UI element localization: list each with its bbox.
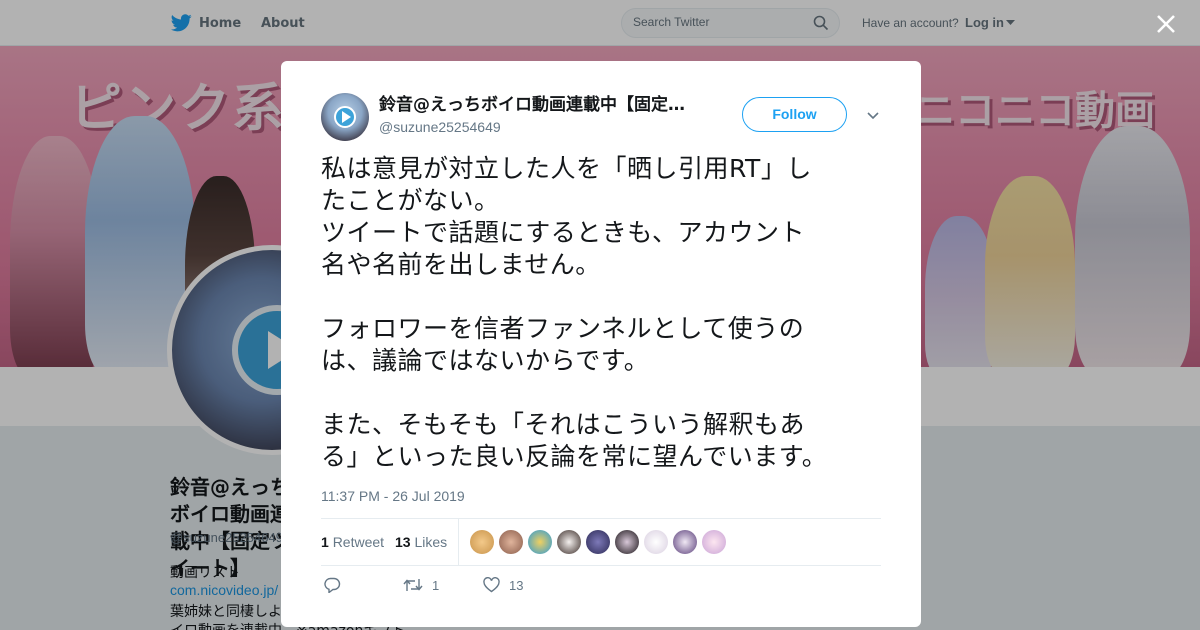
tweet-text-line: 名や名前を出しません。 — [321, 250, 601, 279]
liker-avatar[interactable] — [528, 530, 552, 554]
tweet-text-line: は、議論ではないからです。 — [321, 346, 650, 375]
reply-action[interactable] — [324, 577, 341, 593]
liker-avatar[interactable] — [586, 530, 610, 554]
tweet-text-line: る」といった良い反論を常に望んでいます。 — [321, 442, 828, 471]
tweet-text-line: 私は意見が対立した人を「晒し引用RT」し — [321, 154, 812, 183]
liker-avatar[interactable] — [615, 530, 639, 554]
liker-avatar[interactable] — [673, 530, 697, 554]
tweet-stats: 1 Retweet 13 Likes — [321, 518, 881, 566]
chevron-down-icon[interactable] — [865, 107, 881, 123]
tweet-text-line: ツイートで話題にするときも、アカウント — [321, 218, 806, 247]
like-label: Likes — [414, 534, 448, 550]
like-action-count: 13 — [509, 577, 524, 593]
retweet-icon — [403, 579, 423, 591]
retweet-stat[interactable]: 1 Retweet — [321, 534, 384, 550]
liker-avatar[interactable] — [702, 530, 726, 554]
tweet-text-line: また、そもそも「それはこういう解釈もあ — [321, 410, 806, 439]
like-action[interactable]: 13 — [483, 577, 523, 593]
tweet-text-line — [321, 377, 881, 409]
tweet-text-line: たことがない。 — [321, 186, 500, 215]
close-icon[interactable] — [1152, 10, 1180, 38]
tweet-text: 私は意見が対立した人を「晒し引用RT」し たことがない。 ツイートで話題にすると… — [321, 153, 881, 473]
heart-icon — [483, 577, 500, 593]
retweet-label: Retweet — [332, 534, 385, 550]
liker-avatars — [470, 530, 726, 554]
like-count: 13 — [395, 534, 411, 550]
tweet-text-line — [321, 281, 881, 313]
tweet-modal: 鈴音@えっちボイロ動画連載中【固定ツイート】 @suzune25254649 F… — [281, 61, 921, 627]
tweet-timestamp[interactable]: 11:37 PM - 26 Jul 2019 — [321, 488, 465, 504]
liker-avatar[interactable] — [557, 530, 581, 554]
liker-avatar[interactable] — [644, 530, 668, 554]
liker-avatar[interactable] — [499, 530, 523, 554]
tweet-actions: 1 13 — [321, 577, 881, 597]
reply-icon — [324, 577, 341, 593]
stat-divider — [458, 519, 459, 565]
retweet-action-count: 1 — [432, 577, 440, 593]
retweet-action[interactable]: 1 — [403, 577, 439, 593]
author-name[interactable]: 鈴音@えっちボイロ動画連載中【固定ツイート】 — [379, 94, 694, 116]
author-avatar[interactable] — [321, 93, 369, 141]
like-stat[interactable]: 13 Likes — [395, 534, 447, 550]
play-icon — [334, 106, 356, 128]
tweet-text-line: フォロワーを信者ファンネルとして使うの — [321, 314, 805, 343]
author-handle[interactable]: @suzune25254649 — [379, 119, 501, 135]
follow-button[interactable]: Follow — [742, 97, 847, 132]
retweet-count: 1 — [321, 534, 329, 550]
liker-avatar[interactable] — [470, 530, 494, 554]
